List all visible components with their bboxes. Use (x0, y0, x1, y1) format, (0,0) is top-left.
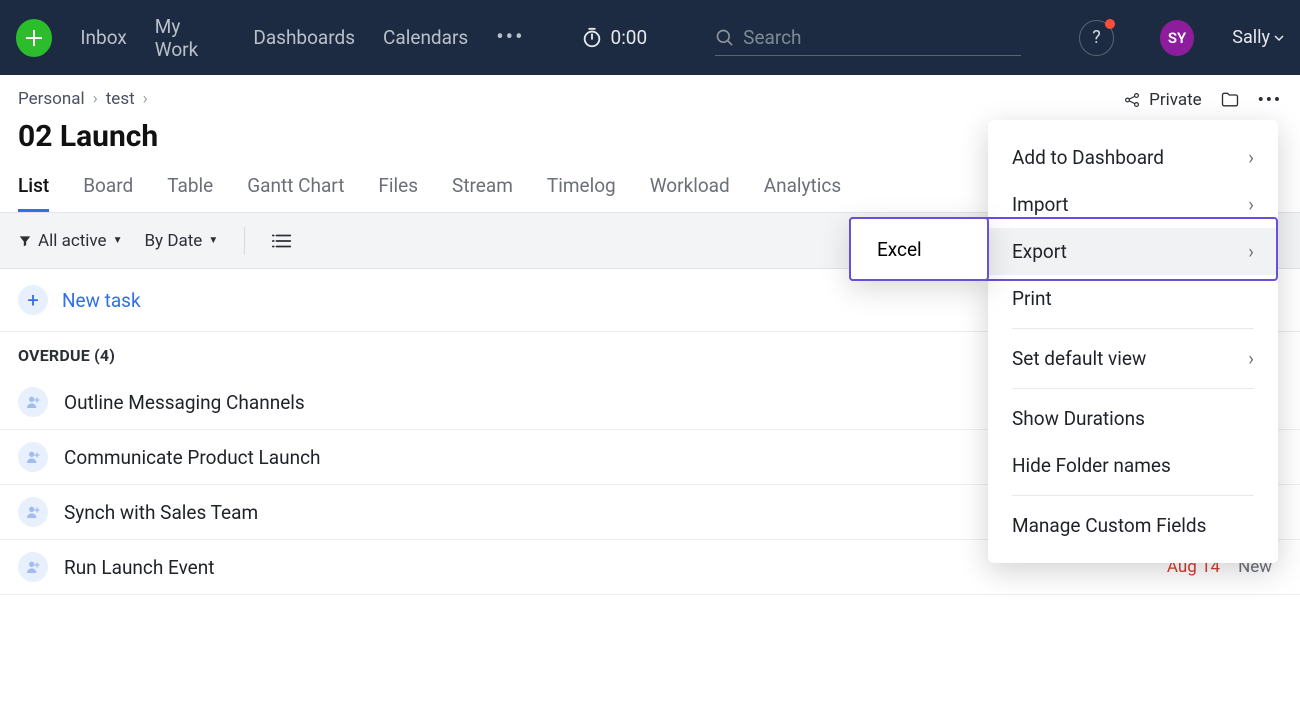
timer-widget[interactable]: 0:00 (581, 26, 648, 49)
menu-export[interactable]: Export › (988, 228, 1278, 275)
nav-inbox[interactable]: Inbox (80, 26, 126, 49)
export-submenu: Excel (849, 217, 989, 281)
export-excel-option[interactable]: Excel (877, 238, 961, 261)
tab-workload[interactable]: Workload (650, 174, 730, 212)
assignee-icon[interactable] (18, 497, 48, 527)
caret-down-icon: ▼ (208, 235, 218, 246)
folder-icon (1220, 90, 1240, 110)
assignee-icon[interactable] (18, 387, 48, 417)
tab-list[interactable]: List (18, 174, 49, 212)
privacy-label: Private (1149, 90, 1202, 110)
menu-item-label: Show Durations (1012, 407, 1145, 430)
nav-more-icon[interactable]: ••• (496, 25, 524, 50)
user-name-dropdown[interactable]: Sally (1232, 27, 1284, 48)
share-privacy[interactable]: Private (1123, 90, 1202, 110)
menu-manage-custom-fields[interactable]: Manage Custom Fields (988, 502, 1278, 549)
menu-item-label: Set default view (1012, 347, 1146, 370)
avatar-initials: SY (1168, 29, 1186, 47)
nav-my-work[interactable]: My Work (155, 15, 226, 61)
sort-by[interactable]: By Date ▼ (144, 231, 218, 251)
share-icon (1123, 91, 1141, 109)
plus-icon (24, 28, 44, 48)
filter-status[interactable]: All active ▼ (18, 231, 122, 251)
caret-down-icon: ▼ (113, 235, 123, 246)
list-icon (271, 232, 293, 250)
nav-dashboards[interactable]: Dashboards (253, 26, 355, 49)
user-name-label: Sally (1232, 27, 1270, 48)
chevron-right-icon: › (1248, 347, 1254, 370)
menu-import[interactable]: Import › (988, 181, 1278, 228)
nav-calendars[interactable]: Calendars (383, 26, 468, 49)
tab-files[interactable]: Files (378, 174, 418, 212)
menu-item-label: Add to Dashboard (1012, 146, 1164, 169)
menu-set-default-view[interactable]: Set default view › (988, 335, 1278, 382)
new-task-label: New task (62, 289, 141, 312)
sort-by-label: By Date (144, 231, 202, 251)
folder-options-menu: Add to Dashboard › Import › Export › Pri… (988, 120, 1278, 563)
header-row: Personal › test › (0, 75, 1300, 109)
menu-print[interactable]: Print (988, 275, 1278, 322)
menu-add-to-dashboard[interactable]: Add to Dashboard › (988, 134, 1278, 181)
stopwatch-icon (581, 27, 603, 49)
breadcrumb-item-test[interactable]: test (106, 89, 135, 109)
tab-stream[interactable]: Stream (452, 174, 513, 212)
header-actions: Private ••• (1123, 90, 1282, 110)
chevron-down-icon (1274, 33, 1284, 43)
folder-button[interactable] (1220, 90, 1240, 110)
filter-icon (18, 234, 32, 248)
menu-hide-folder-names[interactable]: Hide Folder names (988, 442, 1278, 489)
breadcrumb-item-personal[interactable]: Personal (18, 89, 85, 109)
avatar[interactable]: SY (1160, 20, 1194, 56)
list-settings-button[interactable] (271, 232, 293, 250)
tab-gantt[interactable]: Gantt Chart (247, 174, 344, 212)
menu-item-label: Hide Folder names (1012, 454, 1171, 477)
search-wrap (715, 20, 1021, 56)
menu-item-label: Import (1012, 193, 1068, 216)
tab-table[interactable]: Table (167, 174, 213, 212)
search-icon (715, 28, 735, 48)
top-nav: Inbox My Work Dashboards Calendars ••• 0… (0, 0, 1300, 75)
menu-separator (1012, 495, 1254, 496)
search-input[interactable] (715, 20, 1021, 56)
chevron-right-icon: › (1248, 146, 1254, 169)
breadcrumb: Personal › test › (18, 89, 1282, 109)
menu-separator (1012, 328, 1254, 329)
timer-value: 0:00 (611, 26, 648, 49)
global-add-button[interactable] (16, 19, 52, 57)
tab-analytics[interactable]: Analytics (764, 174, 841, 212)
filter-status-label: All active (38, 231, 107, 251)
tab-board[interactable]: Board (83, 174, 133, 212)
menu-separator (1012, 388, 1254, 389)
more-actions-button[interactable]: ••• (1258, 90, 1282, 110)
divider (244, 227, 245, 255)
help-button[interactable]: ? (1079, 20, 1114, 56)
chevron-right-icon: › (93, 89, 98, 109)
chevron-right-icon: › (1248, 193, 1254, 216)
menu-item-label: Print (1012, 287, 1052, 310)
chevron-right-icon: › (1248, 240, 1254, 263)
assignee-icon[interactable] (18, 552, 48, 582)
help-label: ? (1092, 27, 1101, 48)
menu-show-durations[interactable]: Show Durations (988, 395, 1278, 442)
chevron-right-icon: › (143, 89, 148, 109)
menu-item-label: Manage Custom Fields (1012, 514, 1206, 537)
tab-timelog[interactable]: Timelog (547, 174, 616, 212)
assignee-icon[interactable] (18, 442, 48, 472)
menu-item-label: Export (1012, 240, 1067, 263)
plus-icon: + (18, 285, 48, 315)
